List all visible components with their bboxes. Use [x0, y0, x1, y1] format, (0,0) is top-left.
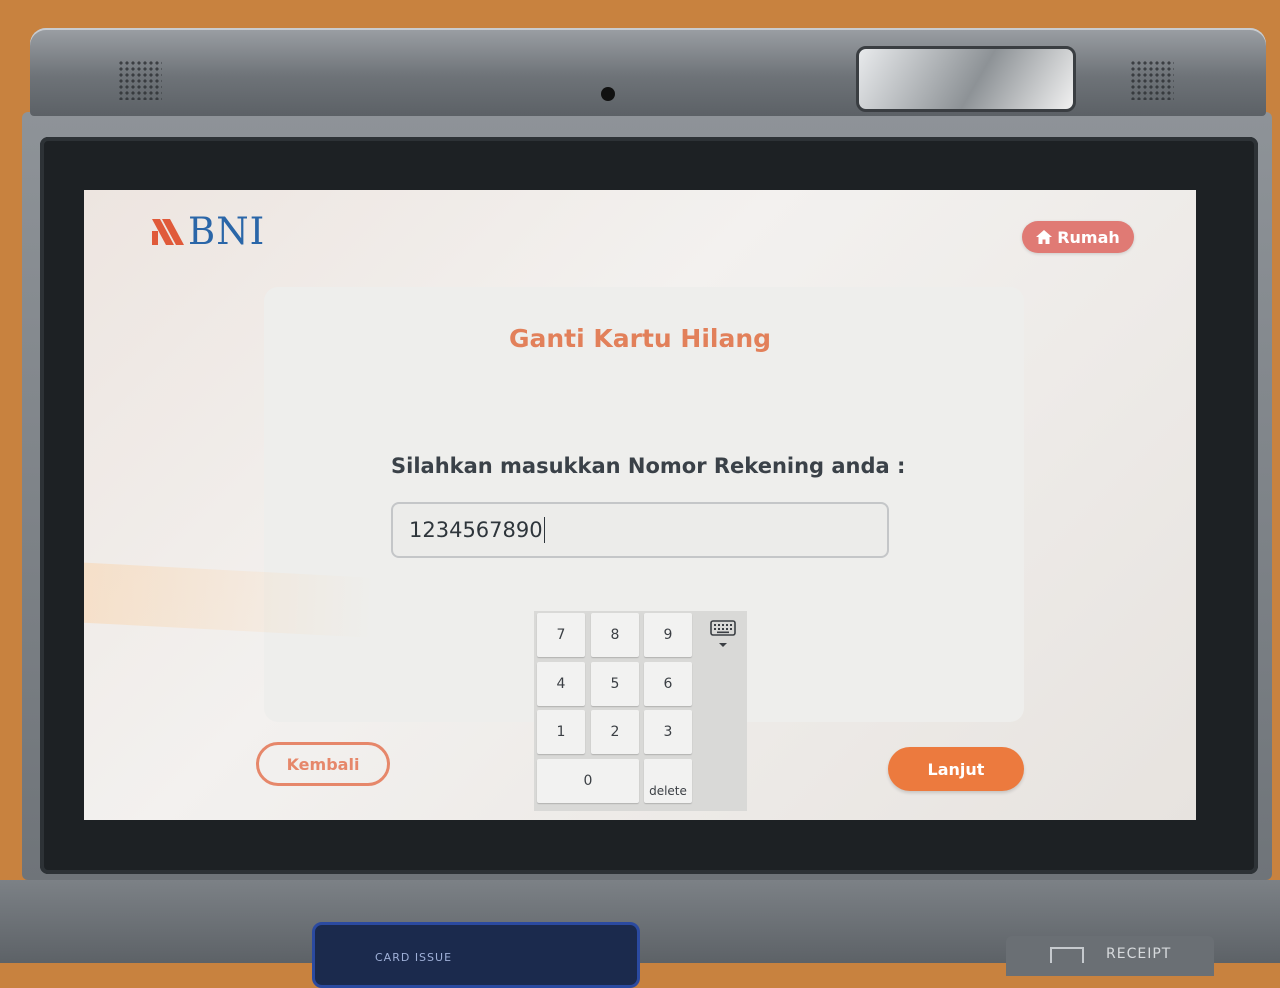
key-6[interactable]: 6: [644, 662, 692, 706]
left-speaker-grille: [118, 60, 162, 100]
key-2[interactable]: 2: [591, 710, 639, 754]
keyboard-toggle-icon[interactable]: [710, 619, 738, 653]
account-number-prompt: Silahkan masukkan Nomor Rekening anda :: [391, 454, 906, 478]
card-slot[interactable]: CARD ISSUE: [312, 922, 640, 988]
home-button-label: Rumah: [1057, 227, 1120, 247]
key-0[interactable]: 0: [537, 759, 639, 803]
camera-lens: [601, 87, 615, 101]
key-9[interactable]: 9: [644, 613, 692, 657]
bni-logo-mark-icon: [152, 219, 184, 245]
account-number-value: 1234567890: [409, 518, 543, 542]
home-icon: [1036, 230, 1053, 244]
delete-key[interactable]: delete: [644, 759, 692, 803]
card-slot-label: CARD ISSUE: [375, 951, 453, 964]
key-8[interactable]: 8: [591, 613, 639, 657]
home-button[interactable]: Rumah: [1022, 221, 1134, 253]
receipt-icon: [1050, 947, 1084, 963]
numeric-keypad: 7 8 9 4 5 6 1 2 3 0 delete: [534, 611, 747, 811]
right-speaker-grille: [1130, 60, 1174, 100]
next-button[interactable]: Lanjut: [888, 747, 1024, 791]
bni-logo-text: BNI: [188, 210, 266, 253]
account-number-input[interactable]: 1234567890: [391, 502, 889, 558]
atm-screen: BNI Rumah Ganti Kartu Hilang Silahkan ma…: [84, 190, 1196, 820]
page-title: Ganti Kartu Hilang: [508, 324, 772, 353]
camera-window: [856, 46, 1076, 112]
back-button[interactable]: Kembali: [256, 742, 390, 786]
receipt-slot[interactable]: RECEIPT: [1006, 936, 1214, 976]
key-4[interactable]: 4: [537, 662, 585, 706]
bni-logo: BNI: [152, 210, 266, 253]
key-7[interactable]: 7: [537, 613, 585, 657]
key-5[interactable]: 5: [591, 662, 639, 706]
key-1[interactable]: 1: [537, 710, 585, 754]
kiosk-top-bezel: [30, 28, 1266, 116]
text-caret: [543, 517, 546, 543]
key-3[interactable]: 3: [644, 710, 692, 754]
receipt-label: RECEIPT: [1106, 946, 1172, 962]
